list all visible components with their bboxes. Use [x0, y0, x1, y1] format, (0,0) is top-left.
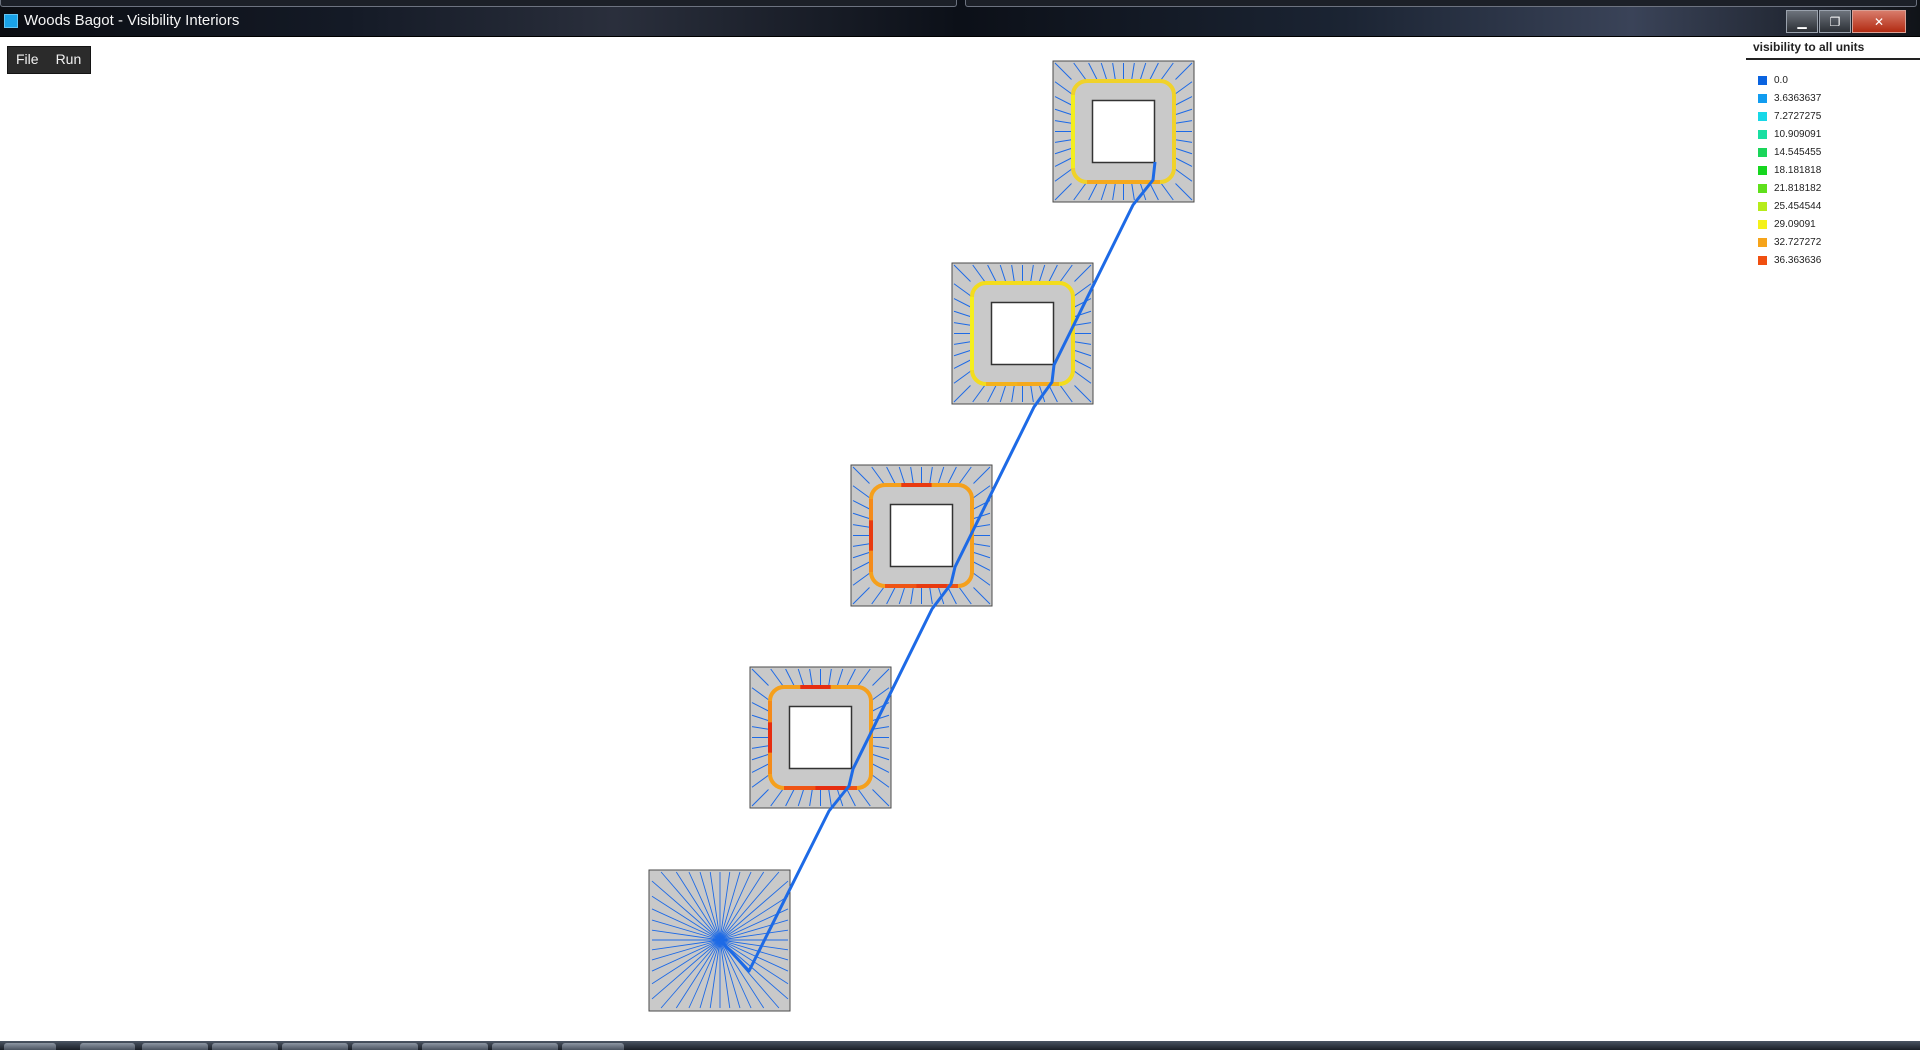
taskbar-item[interactable] [422, 1043, 488, 1050]
legend-panel: visibility to all units 0.0 3.6363637 7.27… [1746, 36, 1920, 269]
taskbar-item[interactable] [142, 1043, 208, 1050]
legend-row: 7.2727275 [1746, 107, 1920, 125]
legend-label: 29.09091 [1774, 218, 1816, 230]
background-window-frame [0, 0, 957, 7]
background-window-frame [965, 0, 1917, 7]
visibility-canvas[interactable] [0, 36, 1740, 1041]
taskbar-item[interactable] [80, 1043, 135, 1050]
window-controls: ▁ ❐ ✕ [1785, 10, 1906, 33]
legend-swatch [1758, 201, 1767, 211]
taskbar-item[interactable] [282, 1043, 348, 1050]
legend-label: 18.181818 [1774, 164, 1822, 176]
legend-row: 0.0 [1746, 71, 1920, 89]
legend-swatch [1758, 255, 1767, 265]
legend-swatch [1758, 165, 1767, 175]
legend-row: 3.6363637 [1746, 89, 1920, 107]
building-core [889, 503, 954, 568]
legend-swatch [1758, 147, 1767, 157]
legend-label: 25.454544 [1774, 200, 1822, 212]
legend-swatch [1758, 75, 1767, 85]
minimize-button[interactable]: ▁ [1786, 10, 1818, 33]
legend-swatch [1758, 219, 1767, 229]
taskbar-item[interactable] [212, 1043, 278, 1050]
legend-row: 14.545455 [1746, 143, 1920, 161]
building-core [990, 301, 1055, 366]
close-button[interactable]: ✕ [1852, 10, 1906, 33]
legend-row: 29.09091 [1746, 215, 1920, 233]
legend-swatch [1758, 183, 1767, 193]
legend-items: 0.0 3.6363637 7.2727275 10.909091 14.545455 1… [1746, 71, 1920, 269]
legend-title: visibility to all units [1746, 36, 1920, 60]
building-core [788, 705, 853, 770]
legend-label: 32.727272 [1774, 236, 1822, 248]
legend-swatch [1758, 93, 1767, 103]
window-titlebar: Woods Bagot - Visibility Interiors ▁ ❐ ✕ [0, 0, 1920, 37]
legend-swatch [1758, 237, 1767, 247]
legend-swatch [1758, 111, 1767, 121]
app-icon [4, 14, 18, 28]
legend-row: 21.818182 [1746, 179, 1920, 197]
taskbar-item[interactable] [352, 1043, 418, 1050]
legend-label: 10.909091 [1774, 128, 1822, 140]
legend-label: 14.545455 [1774, 146, 1822, 158]
legend-label: 0.0 [1774, 74, 1788, 86]
legend-label: 7.2727275 [1774, 110, 1822, 122]
legend-row: 32.727272 [1746, 233, 1920, 251]
taskbar [0, 1041, 1920, 1050]
start-button[interactable] [4, 1043, 56, 1050]
legend-swatch [1758, 129, 1767, 139]
legend-row: 25.454544 [1746, 197, 1920, 215]
legend-row: 10.909091 [1746, 125, 1920, 143]
taskbar-item[interactable] [492, 1043, 558, 1050]
building-core [1091, 99, 1156, 164]
window-title: Woods Bagot - Visibility Interiors [24, 12, 240, 29]
legend-label: 3.6363637 [1774, 92, 1822, 104]
legend-label: 36.363636 [1774, 254, 1822, 266]
legend-label: 21.818182 [1774, 182, 1822, 194]
maximize-button[interactable]: ❐ [1819, 10, 1851, 33]
taskbar-item[interactable] [562, 1043, 624, 1050]
legend-row: 18.181818 [1746, 161, 1920, 179]
legend-row: 36.363636 [1746, 251, 1920, 269]
